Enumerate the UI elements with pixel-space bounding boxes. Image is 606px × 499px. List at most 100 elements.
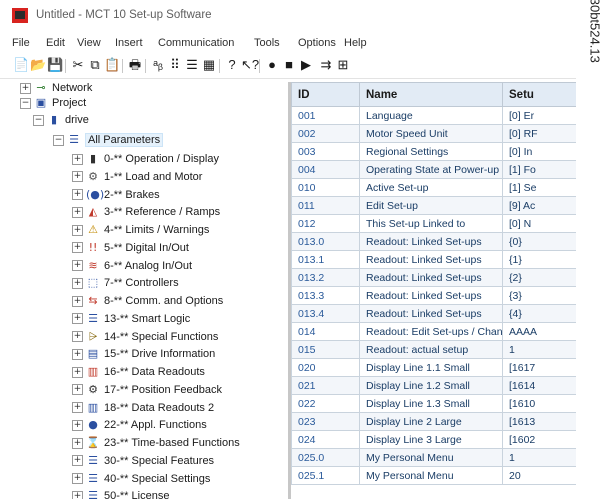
tree-item-group[interactable]: + ▤ 15-** Drive Information: [72, 345, 215, 363]
menu-item-edit[interactable]: Edit: [46, 37, 65, 49]
table-row[interactable]: 001 Language [0] Er: [291, 106, 576, 125]
details-view-icon[interactable]: ▦: [201, 57, 217, 73]
expand-toggle-icon[interactable]: +: [72, 437, 83, 449]
table-row[interactable]: 025.1 My Personal Menu 20: [291, 466, 576, 485]
cell-id[interactable]: 010: [291, 178, 360, 197]
cell-setup[interactable]: {0}: [502, 232, 576, 251]
cell-setup[interactable]: 1: [502, 448, 576, 467]
cell-id[interactable]: 021: [291, 376, 360, 395]
cell-name[interactable]: Readout: Linked Set-ups: [359, 250, 503, 269]
cell-name[interactable]: My Personal Menu: [359, 466, 503, 485]
expand-toggle-icon[interactable]: −: [53, 134, 64, 146]
table-row[interactable]: 022 Display Line 1.3 Small [1610: [291, 394, 576, 413]
tree-item-group[interactable]: + ☰ 40-** Special Settings: [72, 470, 210, 488]
cell-id[interactable]: 024: [291, 430, 360, 449]
cell-name[interactable]: Edit Set-up: [359, 196, 503, 215]
table-row[interactable]: 025.0 My Personal Menu 1: [291, 448, 576, 467]
expand-toggle-icon[interactable]: +: [72, 402, 83, 414]
expand-toggle-icon[interactable]: +: [72, 348, 83, 360]
cell-name[interactable]: Display Line 1.3 Small: [359, 394, 503, 413]
tree-item-group[interactable]: + ⇆ 8-** Comm. and Options: [72, 292, 223, 310]
cell-id[interactable]: 013.2: [291, 268, 360, 287]
cell-setup[interactable]: [0] RF: [502, 124, 576, 143]
table-row[interactable]: 014 Readout: Edit Set-ups / Channel AAAA: [291, 322, 576, 341]
connect-icon[interactable]: ●: [264, 57, 280, 73]
expand-toggle-icon[interactable]: +: [72, 224, 83, 236]
copy-icon[interactable]: ⧉: [87, 57, 103, 73]
network-scan-icon[interactable]: ⊞: [335, 57, 351, 73]
expand-toggle-icon[interactable]: +: [72, 313, 83, 325]
cell-id[interactable]: 011: [291, 196, 360, 215]
tree-item-group[interactable]: + ☰ 30-** Special Features: [72, 452, 214, 470]
tree-item-group[interactable]: + ⚠ 4-** Limits / Warnings: [72, 221, 209, 239]
cell-setup[interactable]: {3}: [502, 286, 576, 305]
cell-setup[interactable]: 1: [502, 340, 576, 359]
tree-item-group[interactable]: + ● 22-** Appl. Functions: [72, 416, 207, 434]
cell-id[interactable]: 025.0: [291, 448, 360, 467]
play-icon[interactable]: ▶: [298, 57, 314, 73]
cell-setup[interactable]: [1] Fo: [502, 160, 576, 179]
cell-name[interactable]: Display Line 2 Large: [359, 412, 503, 431]
parameter-grid[interactable]: ID Name Setu 001 Language [0] Er 002 Motor Spe…: [291, 82, 576, 499]
menu-item-tools[interactable]: Tools: [254, 37, 280, 49]
table-row[interactable]: 023 Display Line 2 Large [1613: [291, 412, 576, 431]
cell-id[interactable]: 003: [291, 142, 360, 161]
table-row[interactable]: 013.4 Readout: Linked Set-ups {4}: [291, 304, 576, 323]
menu-item-options[interactable]: Options: [298, 37, 336, 49]
help-icon[interactable]: ?: [224, 57, 240, 73]
expand-toggle-icon[interactable]: +: [72, 242, 83, 254]
cell-name[interactable]: Readout: Edit Set-ups / Channel: [359, 322, 503, 341]
column-header-id[interactable]: ID: [291, 82, 360, 107]
tree-item-group[interactable]: + ⬚ 7-** Controllers: [72, 274, 179, 292]
cell-id[interactable]: 020: [291, 358, 360, 377]
cell-setup[interactable]: [0] Er: [502, 106, 576, 125]
cell-name[interactable]: Readout: Linked Set-ups: [359, 286, 503, 305]
cell-name[interactable]: Display Line 1.2 Small: [359, 376, 503, 395]
table-row[interactable]: 012 This Set-up Linked to [0] N: [291, 214, 576, 233]
cell-setup[interactable]: [1617: [502, 358, 576, 377]
project-tree[interactable]: + ⊸ Network − ▣ Project − ▮ drive − ☰ All Parameter…: [0, 82, 287, 499]
cell-id[interactable]: 015: [291, 340, 360, 359]
cell-setup[interactable]: [0] In: [502, 142, 576, 161]
cell-id[interactable]: 013.4: [291, 304, 360, 323]
tree-item-group[interactable]: + ☰ 50-** License: [72, 487, 169, 499]
cell-id[interactable]: 025.1: [291, 466, 360, 485]
cell-name[interactable]: This Set-up Linked to: [359, 214, 503, 233]
cell-id[interactable]: 022: [291, 394, 360, 413]
cell-setup[interactable]: {4}: [502, 304, 576, 323]
cell-id[interactable]: 013.0: [291, 232, 360, 251]
menu-item-view[interactable]: View: [77, 37, 101, 49]
cell-id[interactable]: 023: [291, 412, 360, 431]
cell-setup[interactable]: [0] N: [502, 214, 576, 233]
table-row[interactable]: 013.2 Readout: Linked Set-ups {2}: [291, 268, 576, 287]
expand-toggle-icon[interactable]: +: [72, 384, 83, 396]
column-header-name[interactable]: Name: [359, 82, 503, 107]
expand-toggle-icon[interactable]: +: [72, 331, 83, 343]
tree-item-group[interactable]: + ⩥ 14-** Special Functions: [72, 328, 218, 346]
cell-setup[interactable]: [1] Se: [502, 178, 576, 197]
expand-toggle-icon[interactable]: +: [72, 153, 83, 165]
cell-id[interactable]: 002: [291, 124, 360, 143]
large-icons-icon[interactable]: ᵃᵦ: [150, 57, 166, 73]
table-row[interactable]: 003 Regional Settings [0] In: [291, 142, 576, 161]
tree-item-group[interactable]: + ▮ 0-** Operation / Display: [72, 150, 219, 168]
stop-icon[interactable]: ■: [281, 57, 297, 73]
tree-item-group[interactable]: + ⚙ 1-** Load and Motor: [72, 168, 202, 186]
cell-name[interactable]: Operating State at Power-up (Hand): [359, 160, 503, 179]
column-header-setu[interactable]: Setu: [502, 82, 576, 107]
cell-name[interactable]: Language: [359, 106, 503, 125]
menu-item-communication[interactable]: Communication: [158, 37, 234, 49]
expand-toggle-icon[interactable]: +: [72, 490, 83, 499]
tree-item-group[interactable]: +!! 5-** Digital In/Out: [72, 239, 189, 257]
tree-item-drive[interactable]: − ▮ drive: [33, 111, 89, 129]
expand-toggle-icon[interactable]: −: [33, 114, 44, 126]
expand-toggle-icon[interactable]: +: [72, 473, 83, 485]
cell-setup[interactable]: [1610: [502, 394, 576, 413]
tree-item-group[interactable]: + (●)2-** Brakes: [72, 186, 160, 204]
cell-name[interactable]: Readout: actual setup: [359, 340, 503, 359]
tree-item-group[interactable]: + ≋ 6-** Analog In/Out: [72, 257, 192, 275]
cell-setup[interactable]: {2}: [502, 268, 576, 287]
table-row[interactable]: 002 Motor Speed Unit [0] RF: [291, 124, 576, 143]
cell-id[interactable]: 004: [291, 160, 360, 179]
table-row[interactable]: 013.0 Readout: Linked Set-ups {0}: [291, 232, 576, 251]
